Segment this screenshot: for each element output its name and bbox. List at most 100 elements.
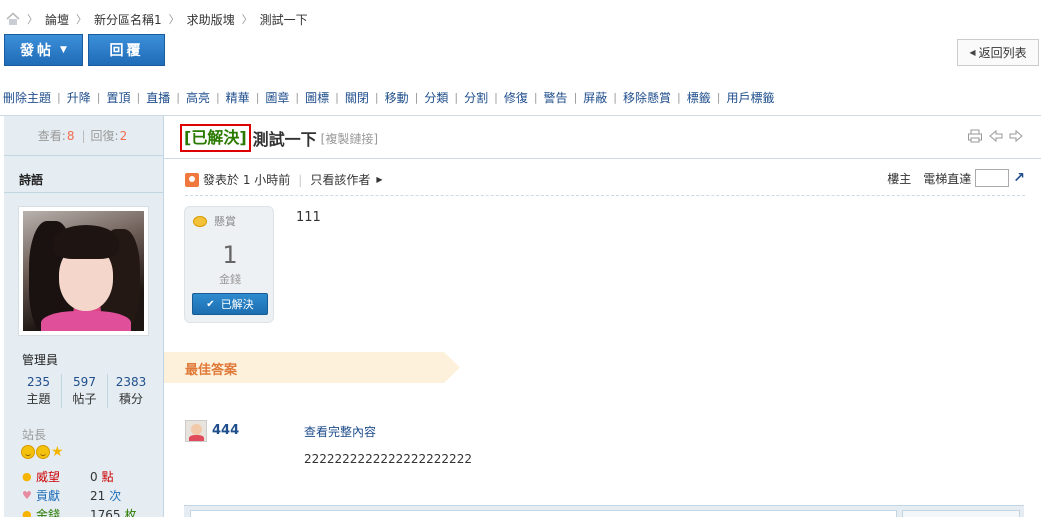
- prop-label[interactable]: 金錢: [36, 506, 90, 517]
- user-stat-value[interactable]: 597: [62, 374, 107, 390]
- copy-link-button[interactable]: [複製鏈接]: [321, 130, 378, 147]
- mod-action[interactable]: 直播: [146, 89, 170, 106]
- views-count: 8: [66, 128, 75, 143]
- user-stat-label: 積分: [118, 392, 143, 406]
- quick-reply-button[interactable]: [902, 510, 1020, 517]
- replies-label: 回復:: [90, 129, 119, 143]
- mod-separator: |: [454, 91, 459, 104]
- heart-icon: ♥: [22, 489, 32, 502]
- mod-action[interactable]: 警告: [544, 89, 568, 106]
- floor-label: 樓主: [887, 171, 912, 186]
- mod-separator: |: [414, 91, 419, 104]
- avatar[interactable]: [18, 206, 149, 336]
- quick-reply-input[interactable]: [190, 510, 897, 517]
- user-stat-topics: 235 主題: [16, 374, 62, 408]
- prop-value: 21: [90, 488, 106, 503]
- meta-separator: |: [298, 172, 303, 187]
- mod-action[interactable]: 分類: [424, 89, 448, 106]
- divider: [164, 158, 1041, 159]
- floor-input[interactable]: [975, 169, 1010, 187]
- mod-action[interactable]: 修復: [504, 89, 528, 106]
- breadcrumb-section[interactable]: 新分區名稱1: [94, 11, 162, 28]
- mod-action[interactable]: 升降: [67, 89, 91, 106]
- user-rank: 站長: [22, 428, 47, 442]
- reply-label: 回覆: [109, 43, 144, 59]
- thread-stats: 查看: 8 | 回復: 2: [4, 116, 163, 156]
- user-stat-value[interactable]: 235: [16, 374, 61, 390]
- mod-separator: |: [677, 91, 681, 104]
- mod-action[interactable]: 關閉: [345, 89, 369, 106]
- reward-box: 懸賞 1 金錢 ✔ 已解決: [184, 206, 274, 323]
- title-tools: [967, 129, 1023, 143]
- breadcrumb-separator: 〉: [168, 13, 180, 26]
- mod-action[interactable]: 刪除主題: [3, 89, 51, 106]
- mod-separator: |: [613, 91, 618, 104]
- view-full-content-link[interactable]: 查看完整內容: [304, 423, 376, 440]
- mod-action[interactable]: 圖章: [265, 89, 289, 106]
- author-name[interactable]: 詩語: [19, 171, 43, 188]
- smiley-icon: [36, 445, 50, 459]
- back-to-list-button[interactable]: ◀ 返回列表: [957, 39, 1039, 66]
- mod-separator: |: [176, 91, 180, 104]
- prop-unit: 次: [109, 489, 122, 503]
- only-author-link[interactable]: 只看該作者: [310, 171, 370, 188]
- answer-text: 2222222222222222222222: [304, 452, 472, 466]
- gold-icon: [193, 215, 207, 227]
- solved-button[interactable]: ✔ 已解決: [192, 293, 268, 315]
- breadcrumb-forum[interactable]: 論壇: [45, 11, 69, 28]
- mod-action[interactable]: 用戶標籤: [726, 89, 774, 106]
- breadcrumb-board[interactable]: 求助版塊: [187, 11, 235, 28]
- prop-money: ● 金錢 1765 枚: [22, 506, 137, 517]
- user-stat-label: 主題: [26, 392, 51, 406]
- user-stat-value[interactable]: 2383: [108, 374, 154, 390]
- reward-unit: 金錢: [219, 273, 241, 286]
- arrow-right-icon[interactable]: [1009, 129, 1023, 143]
- prop-label[interactable]: 貢獻: [36, 487, 90, 504]
- posted-time: 發表於 1 小時前: [203, 173, 291, 187]
- user-stats: 235 主題 597 帖子 2383 積分: [16, 374, 154, 408]
- breadcrumb: 〉 論壇 〉 新分區名稱1 〉 求助版塊 〉 測試一下: [6, 10, 308, 28]
- arrow-left-icon[interactable]: [989, 129, 1003, 143]
- breadcrumb-thread[interactable]: 測試一下: [260, 11, 308, 28]
- answer-username[interactable]: 444: [212, 423, 239, 438]
- mod-separator: |: [57, 91, 61, 104]
- answer-avatar[interactable]: [185, 420, 207, 442]
- prop-label[interactable]: 威望: [36, 468, 90, 485]
- mod-action[interactable]: 置頂: [106, 89, 130, 106]
- print-icon[interactable]: [967, 129, 983, 143]
- user-group[interactable]: 管理員: [22, 351, 58, 368]
- replies-count: 2: [119, 128, 128, 143]
- solved-tag[interactable]: [已解決]: [180, 124, 251, 152]
- go-icon[interactable]: ↗: [1013, 170, 1025, 186]
- chevron-down-icon[interactable]: ▼: [60, 45, 67, 55]
- lightbulb-icon: ●: [22, 470, 32, 483]
- mod-action[interactable]: 屏蔽: [583, 89, 607, 106]
- mod-action[interactable]: 移動: [385, 89, 409, 106]
- user-stat-posts: 597 帖子: [62, 374, 108, 408]
- new-post-button[interactable]: 發帖 ▼: [4, 34, 83, 66]
- stats-separator: |: [81, 128, 86, 143]
- mod-action[interactable]: 圖標: [305, 89, 329, 106]
- mod-separator: |: [255, 91, 260, 104]
- page-title: 測試一下: [252, 130, 317, 149]
- mod-action[interactable]: 分割: [464, 89, 488, 106]
- mod-action[interactable]: 標籤: [687, 89, 711, 106]
- mod-action[interactable]: 移除懸賞: [623, 89, 671, 106]
- elevator-label: 電梯直達: [923, 171, 972, 186]
- mod-separator: |: [335, 91, 339, 104]
- user-stat-credits: 2383 積分: [108, 374, 154, 408]
- mod-action[interactable]: 精華: [226, 89, 250, 106]
- arrow-right-icon: ▶: [376, 175, 383, 184]
- mod-separator: |: [374, 91, 379, 104]
- post-content: 111: [296, 210, 321, 225]
- mod-separator: |: [96, 91, 101, 104]
- prop-prestige: ● 威望 0 點: [22, 468, 114, 485]
- home-icon[interactable]: [6, 12, 20, 26]
- coin-icon: ●: [22, 508, 32, 517]
- best-answer-heading: 最佳答案: [185, 363, 238, 378]
- mod-action[interactable]: 高亮: [186, 89, 210, 106]
- avatar-image: [23, 211, 144, 331]
- author-sidebar: 查看: 8 | 回復: 2 詩語 管理員 235 主題 597 帖子 2383 …: [4, 116, 164, 517]
- views-label: 查看:: [37, 129, 66, 143]
- reply-button[interactable]: 回覆: [88, 34, 165, 66]
